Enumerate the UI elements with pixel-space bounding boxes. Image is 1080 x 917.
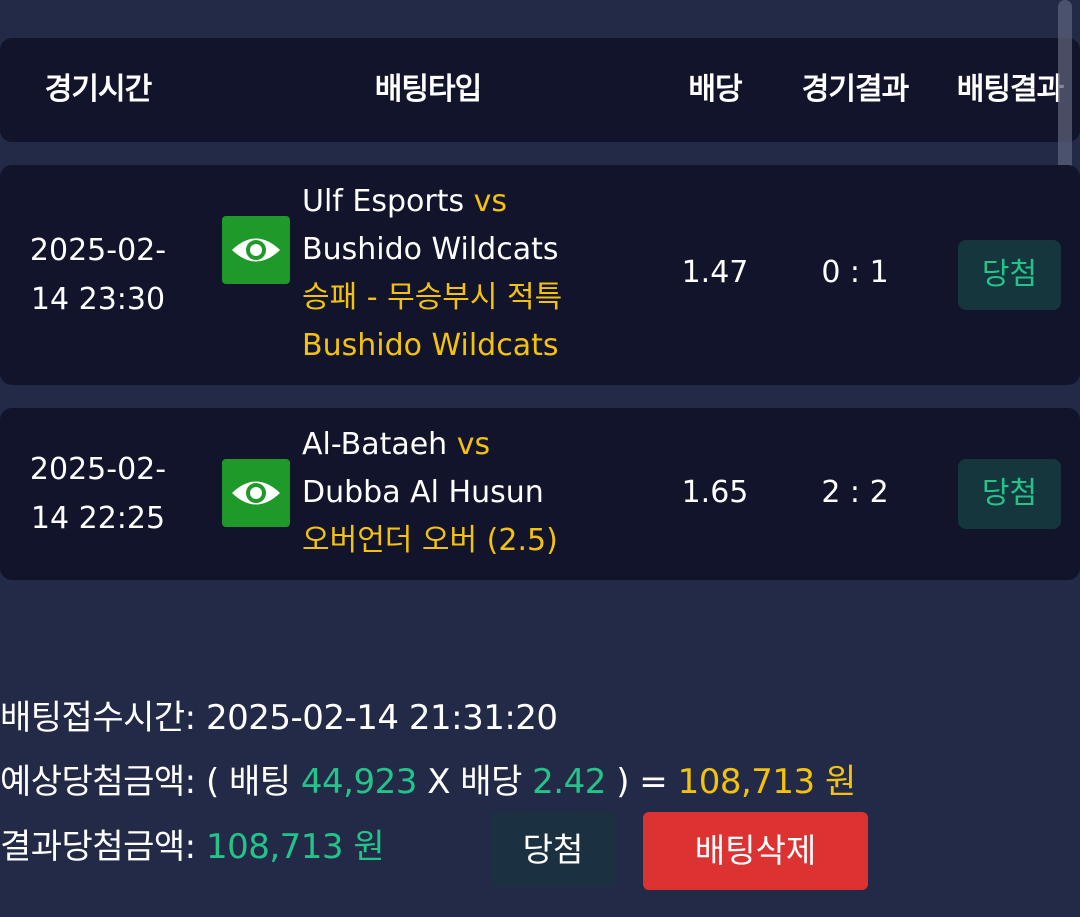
table-header: 경기시간 배팅타입 배당 경기결과 배팅결과 [0,38,1080,142]
match-date: 2025-02- [29,452,167,487]
received-label: 배팅접수시간: [0,698,196,738]
match-score: 0 : 1 [821,255,889,290]
match-score: 2 : 2 [821,475,889,510]
total-odds: 2.42 [532,762,606,802]
home-team: Al-Bataeh [302,427,448,462]
bet-amount: 44,923 [300,762,417,802]
bet-market: 승패 - 무승부시 적특 [302,280,563,315]
header-odds: 배당 [688,72,742,107]
delete-bet-button[interactable]: 배팅삭제 [643,812,868,890]
header-time: 경기시간 [44,72,152,107]
header-bet-type: 배팅타입 [374,72,482,107]
header-match-result: 경기결과 [801,72,909,107]
win-status-button[interactable]: 당첨 [491,812,615,887]
vs-label: vs [456,427,491,462]
expected-amount: 108,713 원 [677,762,857,802]
expected-label: 예상당첨금액: [0,762,196,802]
match-clock: 14 23:30 [30,282,166,317]
table-row: 2025-02- 14 23:30 Ulf Esports vs Bushido… [0,165,1080,385]
expected-open: ( 배팅 [205,762,291,802]
vs-label: vs [473,184,508,219]
odds-value: 1.65 [681,475,749,510]
bet-type-info: Al-Bataeh vs Dubba Al Husun 오버언더 오버 (2.5… [302,421,662,565]
table-row: 2025-02- 14 22:25 Al-Bataeh vs Dubba Al … [0,408,1080,580]
result-win-amount: 결과당첨금액: 108,713 원 [0,822,385,872]
match-time: 2025-02- 14 22:25 [0,445,196,543]
result-label: 결과당첨금액: [0,827,196,867]
home-team: Ulf Esports [302,184,465,219]
match-date: 2025-02- [29,233,167,268]
match-time: 2025-02- 14 23:30 [0,226,196,324]
bet-type-info: Ulf Esports vs Bushido Wildcats 승패 - 무승부… [302,178,662,370]
away-team: Dubba Al Husun [302,475,544,510]
expected-win-amount: 예상당첨금액: ( 배팅 44,923 X 배당 2.42 ) = 108,71… [0,757,856,807]
bet-detail-page: 경기시간 배팅타입 배당 경기결과 배팅결과 2025-02- 14 23:30… [0,0,1080,917]
odds-value: 1.47 [681,255,749,290]
match-clock: 14 22:25 [30,501,166,536]
bet-pick: Bushido Wildcats [302,328,559,363]
away-team: Bushido Wildcats [302,232,559,267]
status-badge: 당첨 [958,240,1061,310]
bet-received-time: 배팅접수시간: 2025-02-14 21:31:20 [0,693,558,743]
result-amount: 108,713 원 [205,827,385,867]
expected-close: ) = [616,762,668,802]
status-badge: 당첨 [958,459,1061,529]
received-value: 2025-02-14 21:31:20 [205,698,558,738]
scrollbar[interactable] [1058,0,1072,182]
view-match-button[interactable] [222,459,290,527]
bet-market: 오버언더 오버 (2.5) [302,523,558,558]
times-odds-label: X 배당 [427,762,522,802]
eye-icon [232,238,280,262]
eye-icon [232,481,280,505]
view-match-button[interactable] [222,216,290,284]
